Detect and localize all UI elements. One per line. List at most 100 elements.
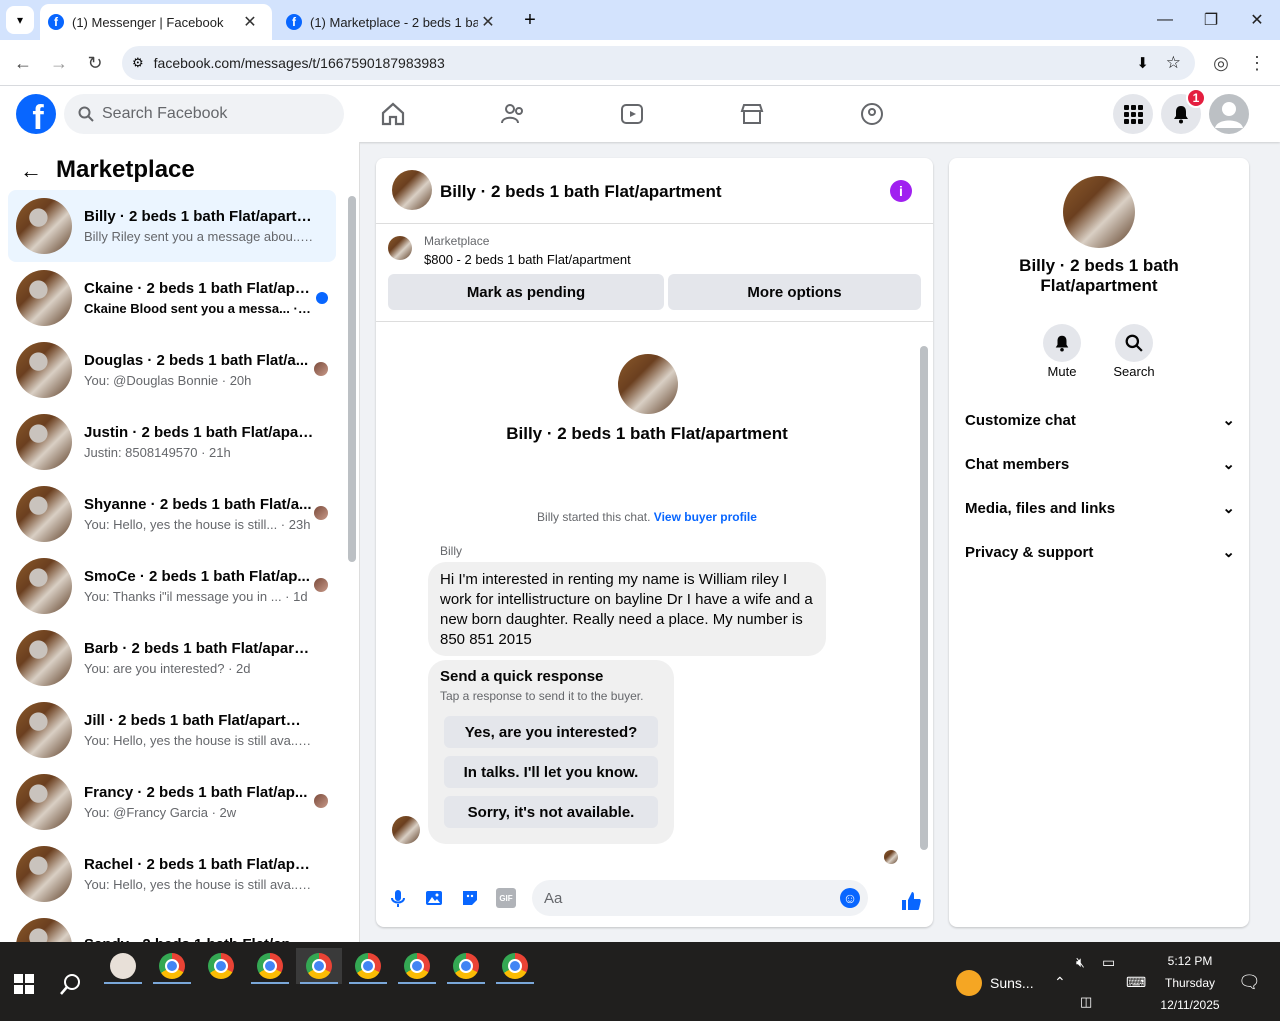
- weather-widget[interactable]: Suns...: [956, 970, 1034, 996]
- clock-time[interactable]: 5:12 PM: [1150, 954, 1230, 968]
- chat-members-section[interactable]: Chat members ⌄: [965, 444, 1235, 484]
- section-label: Privacy & support: [965, 543, 1094, 561]
- conversation-item[interactable]: Ckaine · 2 beds 1 bath Flat/apa... Ckaine…: [8, 262, 336, 334]
- customize-chat-section[interactable]: Customize chat ⌄: [965, 400, 1235, 440]
- mark-as-pending-button[interactable]: Mark as pending: [388, 274, 664, 310]
- taskbar-app-pinned[interactable]: [100, 948, 146, 984]
- sender-avatar-small[interactable]: [392, 816, 420, 844]
- reload-button[interactable]: ↻: [80, 48, 110, 78]
- conversation-item[interactable]: Rachel · 2 beds 1 bath Flat/apart... You:…: [8, 838, 336, 910]
- forward-button[interactable]: →: [44, 48, 74, 78]
- chat-title[interactable]: Billy · 2 beds 1 bath Flat/apartment: [440, 182, 722, 202]
- search-icon: [1125, 334, 1143, 352]
- clock-day[interactable]: Thursday: [1150, 976, 1230, 990]
- tray-chevron-up-icon[interactable]: ⌃: [1054, 974, 1066, 991]
- volume-muted-icon[interactable]: 🔇︎: [1076, 954, 1085, 971]
- tab-marketplace[interactable]: f (1) Marketplace - 2 beds 1 bath ✕: [278, 4, 510, 40]
- emoji-icon[interactable]: ☺: [840, 888, 860, 908]
- notification-center-icon[interactable]: 🗨︎: [1238, 972, 1261, 993]
- restore-button[interactable]: ❐: [1188, 0, 1234, 40]
- media-files-links-section[interactable]: Media, files and links ⌄: [965, 488, 1235, 528]
- marketplace-icon[interactable]: [732, 94, 772, 134]
- info-icon[interactable]: i: [890, 180, 912, 202]
- bookmark-star-icon[interactable]: ☆: [1166, 53, 1181, 73]
- clock-date[interactable]: 12/11/2025: [1150, 998, 1230, 1012]
- details-name: Billy · 2 beds 1 bath Flat/apartment: [1019, 256, 1179, 295]
- taskbar-chrome-profile[interactable]: [198, 948, 244, 984]
- omnibox[interactable]: ⚙ facebook.com/messages/t/16675901879839…: [122, 46, 1195, 80]
- taskbar-chrome-profile[interactable]: [149, 948, 195, 984]
- minimize-button[interactable]: —: [1142, 0, 1188, 40]
- new-tab-button[interactable]: +: [518, 8, 542, 32]
- conversation-item[interactable]: Justin · 2 beds 1 bath Flat/apart... Just…: [8, 406, 336, 478]
- conversation-item[interactable]: Shyanne · 2 beds 1 bath Flat/a... You: He…: [8, 478, 336, 550]
- thread-scrollbar[interactable]: [920, 346, 928, 850]
- install-app-icon[interactable]: ⬇: [1136, 54, 1149, 72]
- back-arrow-icon[interactable]: ←: [20, 158, 42, 184]
- quick-reply-button[interactable]: Yes, are you interested?: [444, 716, 658, 748]
- chat-avatar[interactable]: [392, 170, 432, 210]
- search-in-chat-button[interactable]: [1115, 324, 1153, 362]
- incoming-message-bubble[interactable]: Hi I'm interested in renting my name is …: [428, 562, 826, 656]
- meet-icon[interactable]: ◫: [1080, 994, 1092, 1010]
- privacy-support-section[interactable]: Privacy & support ⌄: [965, 532, 1235, 572]
- close-tab-icon[interactable]: ✕: [240, 12, 260, 32]
- conversation-item[interactable]: Douglas · 2 beds 1 bath Flat/a... You: @D…: [8, 334, 336, 406]
- mute-button[interactable]: [1043, 324, 1081, 362]
- message-text: Hi I'm interested in renting my name is …: [440, 571, 813, 648]
- site-settings-icon[interactable]: ⚙: [132, 55, 144, 71]
- profile-icon[interactable]: ◎: [1206, 48, 1236, 78]
- profile-avatar-large[interactable]: [618, 354, 678, 414]
- listing-thumbnail: [16, 198, 72, 254]
- taskbar-chrome-profile[interactable]: [247, 948, 293, 984]
- tab-search-button[interactable]: ▾: [6, 6, 34, 34]
- groups-icon[interactable]: [852, 94, 892, 134]
- message-input[interactable]: Aa ☺: [532, 880, 868, 916]
- account-avatar[interactable]: [1209, 94, 1249, 134]
- menu-grid-button[interactable]: [1113, 94, 1153, 134]
- taskbar-chrome-profile[interactable]: [345, 948, 391, 984]
- gif-icon[interactable]: GIF: [496, 888, 516, 908]
- quick-reply-button[interactable]: Sorry, it's not available.: [444, 796, 658, 828]
- conversation-item[interactable]: Billy · 2 beds 1 bath Flat/apartm... Bill…: [8, 190, 336, 262]
- home-icon[interactable]: [373, 94, 413, 134]
- windows-start-icon[interactable]: [14, 974, 34, 994]
- photo-icon[interactable]: [424, 888, 444, 908]
- like-thumb-icon[interactable]: [900, 890, 922, 912]
- taskbar-chrome-profile[interactable]: [492, 948, 538, 984]
- listing-price[interactable]: $800 - 2 beds 1 bath Flat/apartment: [424, 252, 631, 267]
- friends-icon[interactable]: [493, 94, 533, 134]
- menu-kebab-icon[interactable]: ⋮: [1242, 48, 1272, 78]
- search-facebook-input[interactable]: Search Facebook: [64, 94, 344, 134]
- listing-label: Marketplace: [424, 234, 490, 248]
- conversation-name: Justin · 2 beds 1 bath Flat/apart...: [84, 424, 314, 441]
- listing-thumbnail[interactable]: [388, 236, 412, 260]
- view-buyer-profile-link[interactable]: View buyer profile: [654, 510, 757, 524]
- keyboard-icon[interactable]: ⌨: [1126, 974, 1146, 991]
- close-tab-icon[interactable]: ✕: [478, 12, 498, 32]
- taskbar-chrome-profile[interactable]: [443, 948, 489, 984]
- more-options-button[interactable]: More options: [668, 274, 921, 310]
- conversation-item[interactable]: Francy · 2 beds 1 bath Flat/ap... You: @F…: [8, 766, 336, 838]
- tab-messenger[interactable]: f (1) Messenger | Facebook ✕: [40, 4, 272, 40]
- close-window-button[interactable]: ✕: [1234, 0, 1280, 40]
- conversation-preview: You: Hello, yes the house is still ava..…: [84, 877, 314, 892]
- taskbar-search-icon[interactable]: [58, 972, 84, 998]
- scrollbar[interactable]: [348, 196, 356, 562]
- quick-response-title: Send a quick response: [440, 668, 604, 685]
- back-button[interactable]: ←: [8, 48, 38, 78]
- taskbar-chrome-profile-active[interactable]: [296, 948, 342, 984]
- facebook-logo-icon[interactable]: f: [16, 94, 56, 134]
- details-avatar[interactable]: [1063, 176, 1135, 248]
- taskbar-chrome-profile[interactable]: [394, 948, 440, 984]
- conversation-item[interactable]: SmoCe · 2 beds 1 bath Flat/ap... You: Tha…: [8, 550, 336, 622]
- conversation-item[interactable]: Sandy · 2 beds 1 bath Flat/apart...: [8, 910, 336, 942]
- conversation-item[interactable]: Jill · 2 beds 1 bath Flat/apartment You: …: [8, 694, 336, 766]
- video-icon[interactable]: [612, 94, 652, 134]
- sticker-icon[interactable]: [460, 888, 480, 908]
- microphone-icon[interactable]: [388, 888, 408, 908]
- quick-reply-button[interactable]: In talks. I'll let you know.: [444, 756, 658, 788]
- panel-title: Marketplace: [56, 156, 195, 183]
- network-icon[interactable]: ▭: [1102, 954, 1115, 971]
- conversation-item[interactable]: Barb · 2 beds 1 bath Flat/apartm... You: …: [8, 622, 336, 694]
